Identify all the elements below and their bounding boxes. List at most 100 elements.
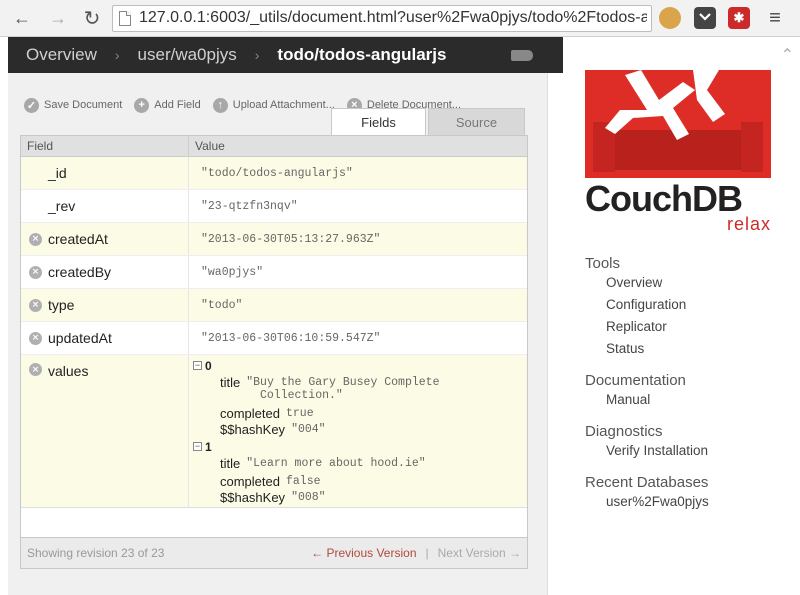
field-value[interactable]: "todo" <box>189 289 242 321</box>
table-row: _rev "23-qtzfn3nqv" <box>21 190 527 223</box>
sidebar-item-status[interactable]: Status <box>606 341 644 356</box>
remove-field-icon[interactable]: × <box>29 363 42 376</box>
collapse-icon[interactable]: − <box>193 442 202 451</box>
table-row: _id "todo/todos-angularjs" <box>21 157 527 190</box>
key-label: $$hashKey <box>220 490 286 505</box>
tag-icon[interactable] <box>511 50 533 61</box>
field-name[interactable]: × type <box>21 289 189 321</box>
logo-wordmark: CouchDB <box>585 178 743 219</box>
next-version-link[interactable]: Next Version → <box>438 546 521 560</box>
tab-source[interactable]: Source <box>428 108 525 135</box>
sidebar-section-documentation: Documentation <box>585 372 686 389</box>
add-field-button[interactable]: + Add Field <box>134 95 201 115</box>
previous-version-link[interactable]: ← Previous Version <box>311 546 416 560</box>
remove-field-icon[interactable]: × <box>29 232 42 246</box>
field-value[interactable]: "2013-06-30T05:13:27.963Z" <box>189 223 380 255</box>
browser-toolbar: ← → ↻ 127.0.0.1:6003/_utils/document.htm… <box>0 0 800 37</box>
key-label: title <box>220 456 241 471</box>
add-field-label: Add Field <box>154 99 201 111</box>
forward-button[interactable]: → <box>46 6 70 30</box>
remove-field-icon[interactable]: × <box>29 331 42 345</box>
page-icon <box>119 11 131 26</box>
pocket-icon <box>699 13 711 21</box>
field-label: updatedAt <box>48 330 112 346</box>
field-name[interactable]: _id <box>21 157 189 189</box>
plus-icon: + <box>134 97 150 113</box>
reload-button[interactable]: ↻ <box>80 6 104 30</box>
field-name[interactable]: × createdAt <box>21 223 189 255</box>
view-tabs: Fields Source <box>331 108 525 135</box>
value-text: true <box>285 407 314 420</box>
table-row: × createdAt "2013-06-30T05:13:27.963Z" <box>21 223 527 256</box>
sidebar-item-recent-database[interactable]: user%2Fwa0pjys <box>606 494 709 509</box>
back-button[interactable]: ← <box>10 6 34 30</box>
upload-attachment-button[interactable]: ↑ Upload Attachment... <box>212 95 335 115</box>
address-bar[interactable]: 127.0.0.1:6003/_utils/document.html?user… <box>112 5 652 32</box>
logo-tagline: relax <box>726 214 771 234</box>
document-editor: ✓ Save Document + Add Field ↑ Upload Att… <box>8 73 548 595</box>
asterisk-icon: ✱ <box>733 10 745 25</box>
value-text: "004" <box>291 423 326 436</box>
table-row: × createdBy "wa0pjys" <box>21 256 527 289</box>
array-index-label: 0 <box>205 358 212 373</box>
sidebar-section-recent-databases: Recent Databases <box>585 474 709 491</box>
key-label: completed <box>220 474 280 489</box>
field-name[interactable]: × createdBy <box>21 256 189 288</box>
value-text: "008" <box>291 491 326 504</box>
back-arrow-icon: ← <box>13 7 31 28</box>
field-label: values <box>48 363 89 379</box>
revision-footer: Showing revision 23 of 23 ← Previous Ver… <box>20 538 528 569</box>
footer-separator: | <box>425 546 429 560</box>
field-value[interactable]: "23-qtzfn3nqv" <box>189 190 298 222</box>
field-label: type <box>48 297 75 313</box>
array-item-index: −1 <box>193 439 439 454</box>
value-text: "Learn more about hood.ie" <box>246 457 426 470</box>
sidebar-item-replicator[interactable]: Replicator <box>606 319 667 334</box>
values-array: −0 title "Buy the Gary Busey Complete Col… <box>189 355 439 507</box>
array-index-label: 1 <box>205 439 212 454</box>
field-name[interactable]: × values <box>21 355 189 507</box>
cookie-extension-icon[interactable] <box>659 7 681 29</box>
table-row: × type "todo" <box>21 289 527 322</box>
field-value[interactable]: "todo/todos-angularjs" <box>189 157 353 189</box>
breadcrumb: Overview › user/wa0pjys › todo/todos-ang… <box>8 37 563 73</box>
save-document-button[interactable]: ✓ Save Document <box>24 95 122 115</box>
field-value[interactable]: "wa0pjys" <box>189 256 263 288</box>
key-label: completed <box>220 406 280 421</box>
revision-status: Showing revision 23 of 23 <box>27 546 165 560</box>
upload-icon: ↑ <box>212 97 228 113</box>
kv-completed[interactable]: completed true <box>193 406 439 422</box>
kv-hashkey[interactable]: $$hashKey "008" <box>193 490 439 506</box>
scroll-up-icon[interactable]: ⌃ <box>781 45 794 65</box>
column-header-value: Value <box>195 139 225 153</box>
sidebar-item-overview[interactable]: Overview <box>606 275 662 290</box>
upload-attachment-label: Upload Attachment... <box>232 99 335 111</box>
breadcrumb-overview[interactable]: Overview <box>8 45 115 65</box>
pocket-extension-icon[interactable] <box>694 7 716 29</box>
browser-menu-button[interactable]: ≡ <box>763 6 787 30</box>
field-name[interactable]: × updatedAt <box>21 322 189 354</box>
remove-field-icon[interactable]: × <box>29 298 42 312</box>
kv-completed[interactable]: completed false <box>193 474 439 490</box>
key-label: $$hashKey <box>220 422 286 437</box>
sidebar-item-manual[interactable]: Manual <box>606 392 650 407</box>
url-text: 127.0.0.1:6003/_utils/document.html?user… <box>139 9 647 26</box>
tab-fields[interactable]: Fields <box>331 108 426 135</box>
remove-field-icon[interactable]: × <box>29 265 42 279</box>
red-extension-icon[interactable]: ✱ <box>728 7 750 29</box>
collapse-icon[interactable]: − <box>193 361 202 370</box>
sidebar-item-verify-installation[interactable]: Verify Installation <box>606 443 708 458</box>
sidebar-item-configuration[interactable]: Configuration <box>606 297 686 312</box>
sidebar-section-tools: Tools <box>585 255 621 272</box>
check-icon: ✓ <box>24 97 39 113</box>
kv-title[interactable]: title "Learn more about hood.ie" <box>193 456 439 472</box>
breadcrumb-database[interactable]: user/wa0pjys <box>120 45 255 65</box>
kv-hashkey[interactable]: $$hashKey "004" <box>193 422 439 438</box>
couchdb-logo[interactable]: CouchDB relax <box>585 70 771 235</box>
array-item-index: −0 <box>193 358 439 373</box>
couch-figure-icon <box>593 70 763 172</box>
logo-couch-graphic <box>585 70 771 178</box>
field-value[interactable]: "2013-06-30T06:10:59.547Z" <box>189 322 380 354</box>
value-text: false <box>285 475 321 488</box>
field-name[interactable]: _rev <box>21 190 189 222</box>
